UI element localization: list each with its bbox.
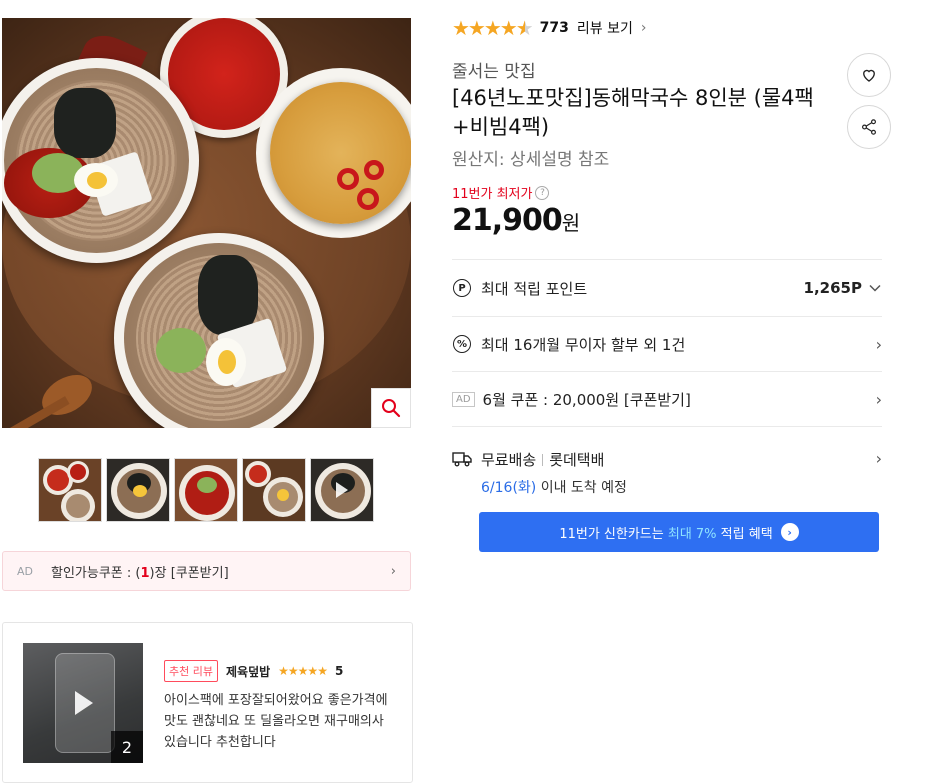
rating-summary[interactable]: ★★★★★ 773 리뷰 보기 ›: [452, 16, 646, 40]
chevron-right-icon: ›: [875, 449, 882, 468]
thumbnail-strip: [38, 458, 374, 522]
cta-text: 11번가 신한카드는 최대 7% 적립 혜택: [559, 526, 773, 542]
ad-tag: AD: [17, 564, 33, 578]
shipping-row[interactable]: 무료배송 롯데택배 6/16(화) 이내 도착 예정 ›: [452, 426, 882, 512]
carrier-name: 롯데택배: [549, 451, 605, 469]
share-icon: [862, 119, 876, 135]
percent-icon: %: [453, 335, 471, 353]
installment-label: 최대 16개월 무이자 할부 외 1건: [481, 335, 686, 354]
truck-icon: [452, 452, 472, 467]
review-link[interactable]: 리뷰 보기: [577, 18, 633, 38]
shinhan-card-benefit-button[interactable]: 11번가 신한카드는 최대 7% 적립 혜택 ›: [479, 512, 879, 552]
installment-row[interactable]: % 최대 16개월 무이자 할부 외 1건 ›: [452, 316, 882, 371]
review-score: 5: [334, 664, 344, 678]
ad-badge: AD: [452, 391, 475, 407]
arrow-right-icon: ›: [780, 523, 799, 541]
chevron-right-icon: ›: [640, 20, 647, 36]
recommended-badge: 추천 리뷰: [164, 660, 218, 682]
coupon-label: 6월 쿠폰 : 20,000원 [쿠폰받기]: [482, 390, 691, 409]
pepper-slice: [364, 160, 384, 180]
point-label: 최대 적립 포인트: [481, 279, 588, 298]
zoom-button[interactable]: [371, 388, 411, 428]
point-value: 1,265P: [803, 279, 862, 297]
recommended-review-card[interactable]: 2 추천 리뷰 제육덮밥 ★★★★★ 5 아이스팩에 포장잘되어왔어요 좋은가격…: [2, 622, 413, 783]
review-stars: ★★★★★: [278, 664, 328, 678]
coupon-row[interactable]: AD 6월 쿠폰 : 20,000원 [쿠폰받기] ›: [452, 371, 882, 426]
lowest-price-label: 11번가 최저가 ?: [452, 183, 550, 202]
origin-info: 원산지: 상세설명 참조: [452, 150, 610, 170]
chevron-down-icon: [869, 284, 881, 292]
bibim-noodle-bowl: [2, 58, 199, 263]
magnifier-icon: [382, 399, 401, 418]
delivery-estimate: 6/16(화) 이내 도착 예정: [481, 480, 627, 496]
shipping-label: 무료배송: [481, 451, 537, 469]
pepper-slice: [337, 168, 359, 190]
product-price: 21,900원: [452, 203, 580, 238]
play-icon: [75, 691, 93, 715]
mul-noodle-bowl: [114, 233, 324, 428]
divider: [542, 453, 544, 466]
review-video-thumbnail[interactable]: 2: [23, 643, 143, 763]
thumbnail-4[interactable]: [242, 458, 306, 522]
question-icon[interactable]: ?: [535, 185, 550, 200]
review-text: 아이스팩에 포장잘되어왔어요 좋은가격에 맛도 괜찮네요 또 딜올라오면 재구매…: [164, 693, 388, 750]
pepper-slice: [357, 188, 379, 210]
share-button[interactable]: [847, 105, 891, 149]
chevron-right-icon: ›: [390, 563, 396, 579]
media-count: 2: [111, 731, 143, 763]
thumbnail-3[interactable]: [174, 458, 238, 522]
point-icon: P: [453, 279, 471, 297]
pancake: [270, 82, 411, 224]
thumbnail-2[interactable]: [106, 458, 170, 522]
thumbnail-5-video[interactable]: [310, 458, 374, 522]
chevron-right-icon: ›: [875, 389, 882, 409]
heart-icon: [863, 69, 875, 82]
reward-point-row[interactable]: P 최대 적립 포인트 1,265P: [452, 259, 882, 316]
review-author: 제육덮밥: [225, 664, 271, 679]
product-main-image[interactable]: [2, 18, 411, 428]
review-header: 추천 리뷰 제육덮밥 ★★★★★ 5: [164, 660, 343, 682]
thumbnail-1[interactable]: [38, 458, 102, 522]
rating-stars: ★★★★★: [452, 16, 534, 40]
coupon-text: 할인가능쿠폰 : (1)장 [쿠폰받기]: [51, 565, 229, 581]
play-icon: [336, 482, 348, 498]
review-count: 773: [539, 20, 569, 36]
wishlist-button[interactable]: [847, 53, 891, 97]
store-name[interactable]: 줄서는 맛집: [452, 57, 536, 82]
chevron-right-icon: ›: [875, 334, 882, 354]
discount-coupon-banner[interactable]: AD 할인가능쿠폰 : (1)장 [쿠폰받기] ›: [2, 551, 411, 591]
product-title: [46년노포맛집]동해막국수 8인분 (물4팩+비빔4팩): [452, 86, 814, 139]
